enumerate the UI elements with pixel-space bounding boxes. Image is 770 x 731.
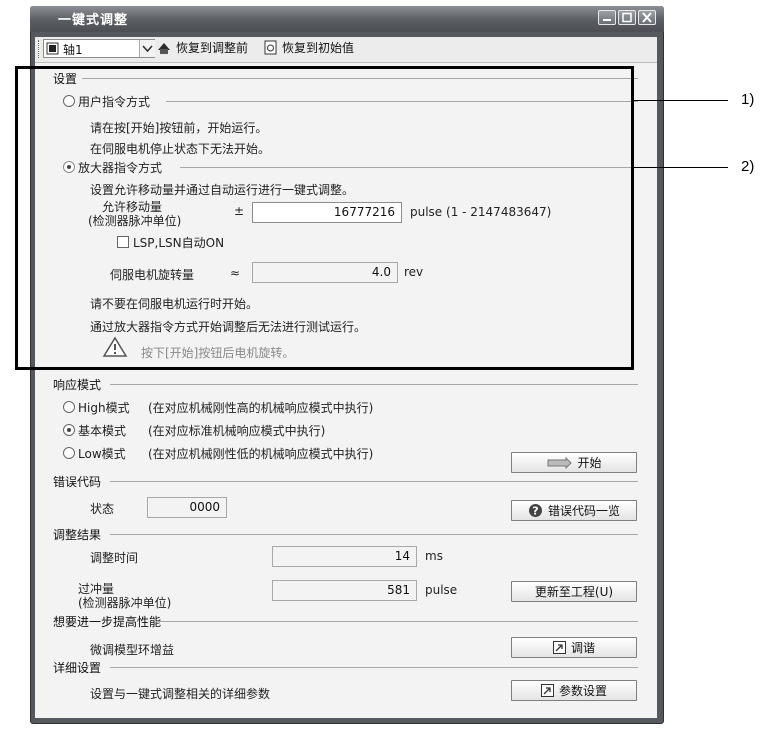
minimize-button[interactable] [598, 10, 616, 25]
status-label: 状态 [90, 502, 115, 516]
overshoot-unit-label: (检测器脉冲单位) [78, 596, 172, 610]
high-mode-desc: (在对应机械刚性高的机械响应模式中执行) [148, 401, 374, 415]
response-heading: 响应模式 [53, 378, 102, 392]
close-icon [642, 12, 652, 23]
error-heading: 错误代码 [53, 475, 102, 489]
response-divider [110, 384, 638, 385]
highlight-box [15, 66, 634, 370]
external-link-icon [540, 684, 554, 697]
low-mode-radio[interactable] [63, 447, 75, 459]
start-button[interactable]: 开始 [511, 452, 637, 473]
detail-label: 设置与一键式调整相关的详细参数 [90, 687, 271, 701]
play-icon [547, 456, 573, 469]
status-value: 0000 [147, 497, 227, 518]
overshoot-value: 581 [272, 580, 417, 601]
result-divider [110, 534, 638, 535]
callout-line-1 [634, 100, 728, 101]
error-divider [110, 481, 638, 482]
low-mode-desc: (在对应机械刚性低的机械响应模式中执行) [148, 447, 374, 461]
minimize-icon [603, 19, 611, 21]
improve-divider [160, 621, 638, 622]
basic-mode-radio[interactable] [63, 424, 75, 436]
detail-divider [110, 667, 638, 668]
tuning-label: 微调模型环增益 [90, 643, 175, 657]
low-mode-label[interactable]: Low模式 [78, 445, 126, 462]
basic-mode-desc: (在对应标准机械响应模式中执行) [148, 424, 326, 438]
time-unit: ms [425, 549, 443, 563]
parameter-settings-button[interactable]: 参数设置 [511, 680, 637, 701]
axis-value: 轴1 [63, 43, 83, 57]
result-heading: 调整结果 [53, 528, 102, 542]
tuning-button-label: 调谐 [570, 641, 595, 655]
svg-text:?: ? [532, 505, 538, 518]
restore-adjust-label: 恢复到调整前 [176, 41, 249, 55]
maximize-button[interactable] [618, 10, 636, 25]
axis-select[interactable]: 轴1 [43, 39, 155, 58]
improve-heading: 想要进一步提高性能 [53, 615, 162, 629]
help-icon: ? [528, 504, 542, 518]
axis-dropdown-button[interactable] [139, 40, 155, 57]
basic-mode-label[interactable]: 基本模式 [78, 422, 126, 439]
restore-icon [158, 42, 170, 54]
update-project-label: 更新至工程(U) [534, 585, 614, 599]
overshoot-unit: pulse [425, 583, 458, 597]
maximize-icon [622, 12, 632, 23]
high-mode-radio[interactable] [63, 401, 75, 413]
detail-heading: 详细设置 [53, 661, 102, 675]
document-icon [264, 40, 277, 55]
callout-1: 1) [741, 91, 755, 108]
error-list-label: 错误代码一览 [547, 504, 620, 518]
tuning-button[interactable]: 调谐 [511, 637, 637, 658]
time-label: 调整时间 [90, 551, 139, 565]
external-link-icon [552, 641, 566, 654]
callout-line-2 [634, 167, 728, 168]
toolbar-grip[interactable] [38, 40, 41, 58]
restore-initial-label: 恢复到初始值 [282, 41, 355, 55]
high-mode-label[interactable]: High模式 [78, 399, 130, 416]
chevron-down-icon [142, 45, 153, 53]
callout-2: 2) [741, 158, 755, 175]
window-title: 一键式调整 [58, 13, 129, 28]
start-button-label: 开始 [577, 456, 602, 470]
close-button[interactable] [638, 10, 656, 25]
update-project-button[interactable]: 更新至工程(U) [511, 581, 637, 602]
parameter-settings-label: 参数设置 [558, 684, 607, 698]
error-list-button[interactable]: ? 错误代码一览 [511, 500, 637, 521]
restore-adjust-button[interactable]: 恢复到调整前 [156, 39, 248, 56]
time-value: 14 [272, 546, 417, 567]
axis-icon [46, 42, 59, 55]
restore-initial-button[interactable]: 恢复到初始值 [264, 39, 354, 56]
